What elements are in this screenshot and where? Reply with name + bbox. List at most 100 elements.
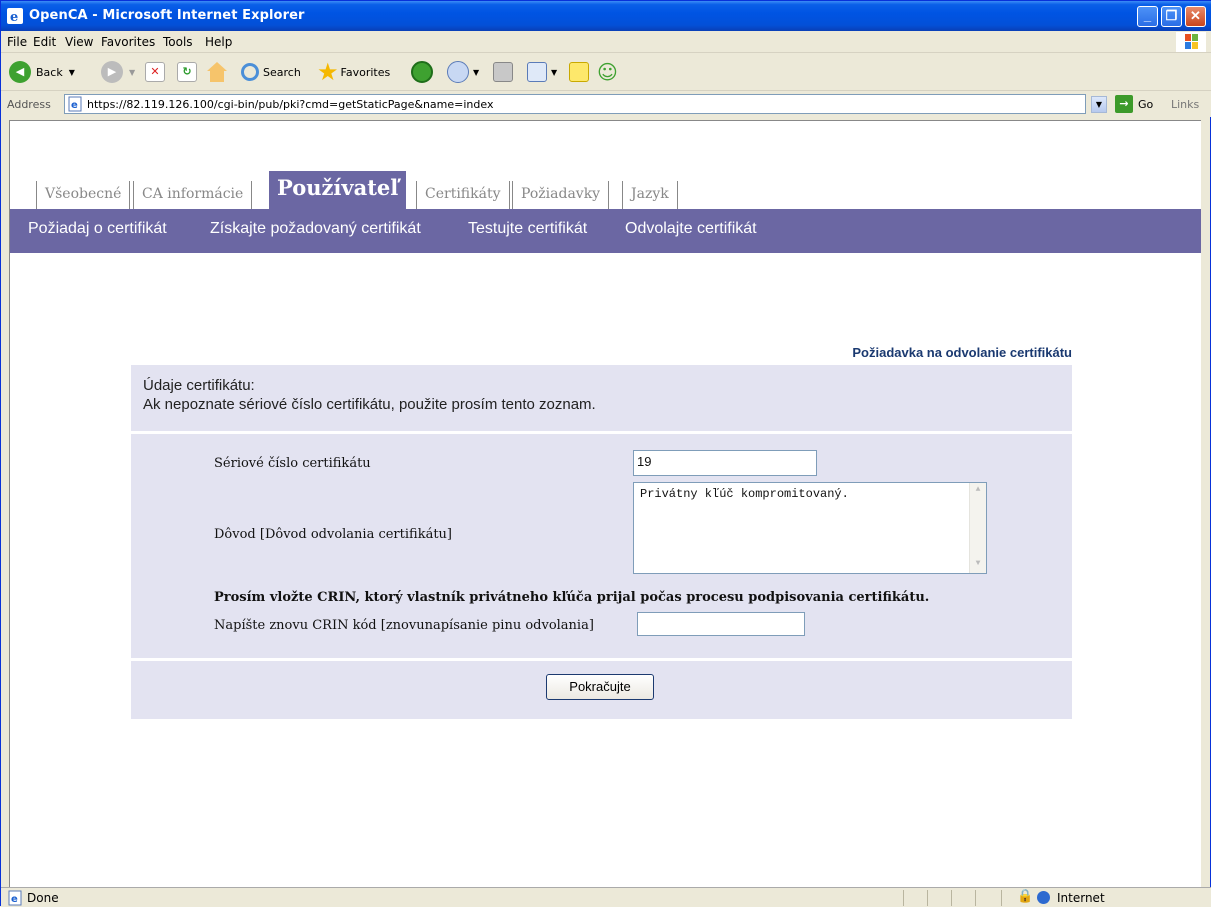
address-url: https://82.119.126.100/cgi-bin/pub/pki?c… <box>87 98 494 111</box>
scroll-down-icon[interactable]: ▼ <box>972 559 984 571</box>
tab-certifikaty[interactable]: Certifikáty <box>416 181 510 209</box>
status-divider <box>1001 890 1002 906</box>
address-dropdown-button[interactable]: ▼ <box>1091 96 1107 113</box>
address-input[interactable]: e https://82.119.126.100/cgi-bin/pub/pki… <box>64 94 1086 114</box>
edit-icon <box>527 62 547 82</box>
tab-vseobecne[interactable]: Všeobecné <box>36 181 131 209</box>
form-actions-panel: Pokračujte <box>131 661 1072 719</box>
form-fields-panel: Sériové číslo certifikátu 19 Dôvod [Dôvo… <box>131 434 1072 658</box>
nav-ziskajte-certifikat[interactable]: Získajte požadovaný certifikát <box>210 220 421 238</box>
crin-notice: Prosím vložte CRIN, ktorý vlastník privá… <box>214 590 930 605</box>
restore-button[interactable]: ❐ <box>1161 6 1182 27</box>
menu-tools[interactable]: Tools <box>163 35 193 49</box>
security-zone: Internet <box>1057 891 1105 905</box>
search-icon <box>241 63 259 81</box>
tab-poziadavky[interactable]: Požiadavky <box>512 181 610 209</box>
go-arrow-icon[interactable]: → <box>1115 95 1133 113</box>
chevron-down-icon: ▼ <box>551 67 558 77</box>
links-button[interactable]: Links <box>1171 98 1199 111</box>
status-bar: e Done 🔒 Internet <box>1 887 1211 907</box>
reason-textarea[interactable]: Privátny kľúč kompromitovaný. ▲ ▼ <box>633 482 987 574</box>
page-icon: e <box>68 96 82 112</box>
back-button[interactable]: ◀ Back ▼ <box>9 61 75 83</box>
page-content: Všeobecné CA informácie Používateľ Certi… <box>9 120 1201 890</box>
history-icon <box>411 61 433 83</box>
forward-button[interactable]: ▶ ▼ <box>101 61 135 83</box>
home-button[interactable] <box>207 61 227 83</box>
print-button[interactable] <box>493 61 513 83</box>
close-button[interactable]: ✕ <box>1185 6 1206 27</box>
ie-logo-icon: e <box>7 8 23 24</box>
svg-text:e: e <box>71 100 78 111</box>
mail-button[interactable]: ▼ <box>447 61 479 83</box>
browser-window: e OpenCA - Microsoft Internet Explorer _… <box>0 0 1211 907</box>
messenger-button[interactable]: ☺ <box>597 60 618 84</box>
form-title: Požiadavka na odvolanie certifikátu <box>852 345 1072 360</box>
serial-number-input[interactable]: 19 <box>633 450 817 476</box>
textarea-scrollbar[interactable]: ▲ ▼ <box>969 483 986 573</box>
serial-label: Sériové číslo certifikátu <box>214 456 371 471</box>
note-icon <box>569 62 589 82</box>
address-bar: Address e https://82.119.126.100/cgi-bin… <box>1 91 1211 117</box>
crin-label: Napíšte znovu CRIN kód [znovunapísanie p… <box>214 618 594 633</box>
messenger-icon: ☺ <box>597 60 618 84</box>
chevron-down-icon: ▼ <box>68 67 75 77</box>
stop-icon: ✕ <box>145 62 165 82</box>
lock-icon: 🔒 <box>1017 889 1034 904</box>
status-divider <box>927 890 928 906</box>
windows-logo-icon <box>1176 32 1206 52</box>
tab-ca-informacie[interactable]: CA informácie <box>133 181 253 209</box>
search-button[interactable]: Search <box>241 61 301 83</box>
status-divider <box>903 890 904 906</box>
status-text: Done <box>27 891 59 905</box>
title-bar: e OpenCA - Microsoft Internet Explorer _… <box>1 1 1211 31</box>
menu-favorites[interactable]: Favorites <box>101 35 155 49</box>
intro-heading: Údaje certifikátu: <box>143 377 255 394</box>
continue-button[interactable]: Pokračujte <box>546 674 654 700</box>
chevron-down-icon: ▼ <box>129 67 136 77</box>
menu-view[interactable]: View <box>65 35 93 49</box>
scroll-up-icon[interactable]: ▲ <box>972 485 984 497</box>
form-intro-panel: Údaje certifikátu: Ak nepoznate sériové … <box>131 365 1072 431</box>
forward-arrow-icon: ▶ <box>101 61 123 83</box>
menu-file[interactable]: File <box>7 35 27 49</box>
intro-hint: Ak nepoznate sériové číslo certifikátu, … <box>143 396 596 413</box>
nav-odvolajte-certifikat[interactable]: Odvolajte certifikát <box>625 220 757 238</box>
tab-jazyk[interactable]: Jazyk <box>622 181 678 209</box>
menu-bar: File Edit View Favorites Tools Help <box>1 31 1211 53</box>
status-divider <box>951 890 952 906</box>
refresh-icon: ↻ <box>177 62 197 82</box>
tab-pouzivatel[interactable]: Používateľ <box>269 171 407 209</box>
edit-button[interactable]: ▼ <box>527 61 557 83</box>
crin-input[interactable] <box>637 612 805 636</box>
home-icon <box>207 62 227 82</box>
back-arrow-icon: ◀ <box>9 61 31 83</box>
print-icon <box>493 62 513 82</box>
favorites-label: Favorites <box>340 65 391 79</box>
address-label: Address <box>7 98 51 111</box>
status-divider <box>975 890 976 906</box>
mail-icon <box>447 61 469 83</box>
favorites-button[interactable]: ★ Favorites <box>317 58 391 86</box>
sub-navigation: Požiadaj o certifikát Získajte požadovan… <box>10 209 1201 253</box>
reason-text: Privátny kľúč kompromitovaný. <box>640 487 849 501</box>
history-button[interactable] <box>411 61 433 83</box>
refresh-button[interactable]: ↻ <box>177 61 197 83</box>
discuss-button[interactable] <box>569 61 589 83</box>
globe-icon <box>1037 891 1050 904</box>
window-title: OpenCA - Microsoft Internet Explorer <box>29 8 305 23</box>
minimize-button[interactable]: _ <box>1137 6 1158 27</box>
go-button[interactable]: Go <box>1138 98 1153 111</box>
svg-text:e: e <box>10 10 18 24</box>
page-done-icon: e <box>8 890 22 906</box>
chevron-down-icon: ▼ <box>473 67 480 77</box>
svg-text:e: e <box>11 894 18 905</box>
back-label: Back <box>36 65 63 79</box>
nav-poziadaj-o-certifikat[interactable]: Požiadaj o certifikát <box>28 220 167 238</box>
menu-edit[interactable]: Edit <box>33 35 56 49</box>
menu-help[interactable]: Help <box>205 35 232 49</box>
nav-testujte-certifikat[interactable]: Testujte certifikát <box>468 220 587 238</box>
stop-button[interactable]: ✕ <box>145 61 165 83</box>
star-icon: ★ <box>317 58 339 86</box>
toolbar: ◀ Back ▼ ▶ ▼ ✕ ↻ Search ★ Favorites ▼ ▼ … <box>1 53 1211 91</box>
